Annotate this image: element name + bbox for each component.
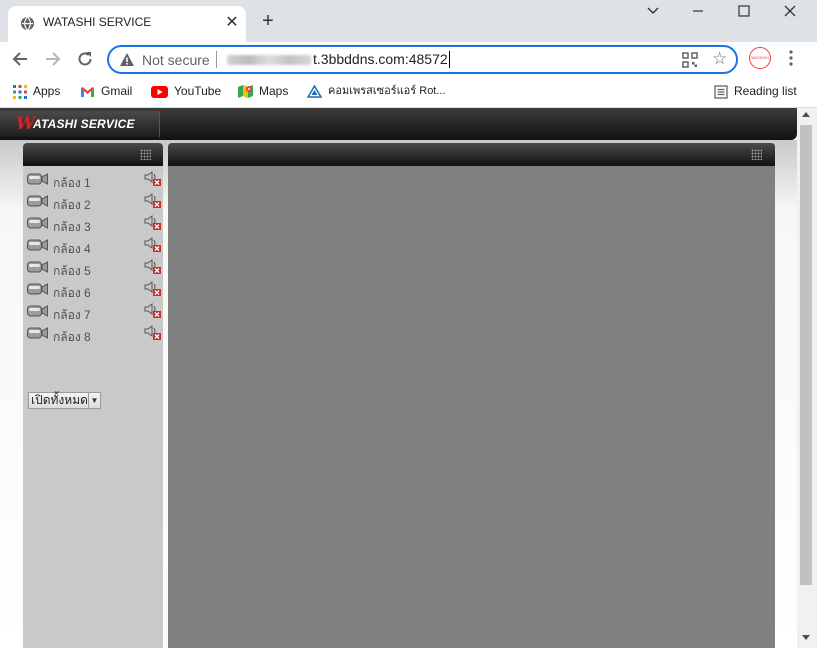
open-all-select[interactable]: เปิดทั้งหมด bbox=[28, 392, 91, 409]
video-view-header bbox=[168, 143, 775, 166]
video-view-panel bbox=[168, 143, 775, 648]
tab-close-icon[interactable]: ✕ bbox=[222, 12, 242, 32]
bookmark-youtube[interactable]: YouTube bbox=[151, 82, 221, 100]
camera-list-panel: กล้อง 1 กล้อง 2 กล้อง 3 กล้อง 4 กล้อง 5 bbox=[23, 143, 163, 648]
scroll-thumb[interactable] bbox=[800, 125, 812, 585]
text-caret bbox=[449, 51, 450, 68]
grip-icon[interactable] bbox=[751, 149, 762, 160]
vertical-scrollbar[interactable] bbox=[797, 108, 817, 648]
gmail-icon bbox=[81, 86, 94, 97]
speaker-muted-icon[interactable] bbox=[144, 281, 162, 297]
apps-grid-icon bbox=[13, 84, 27, 99]
maximize-icon[interactable] bbox=[729, 4, 759, 22]
bookmark-star-icon[interactable]: ☆ bbox=[712, 49, 727, 69]
bookmarks-bar: Apps Gmail YouTube Maps คอมเพรสเซอร์แอร์… bbox=[0, 76, 817, 108]
globe-icon bbox=[20, 16, 35, 31]
camera-item-8[interactable]: กล้อง 8 bbox=[23, 323, 163, 345]
bookmark-maps[interactable]: Maps bbox=[238, 82, 288, 100]
grip-icon[interactable] bbox=[140, 149, 151, 160]
bookmark-gmail[interactable]: Gmail bbox=[80, 82, 132, 100]
camera-icon bbox=[27, 239, 48, 251]
scroll-down-icon[interactable] bbox=[802, 635, 810, 640]
tab-title: WATASHI SERVICE bbox=[43, 15, 152, 29]
speaker-muted-icon[interactable] bbox=[144, 215, 162, 231]
forward-icon[interactable] bbox=[41, 47, 65, 71]
camera-item-3[interactable]: กล้อง 3 bbox=[23, 213, 163, 235]
reading-list-label: Reading list bbox=[734, 84, 797, 98]
camera-icon bbox=[27, 195, 48, 207]
not-secure-label[interactable]: Not secure bbox=[142, 52, 210, 68]
camera-item-5[interactable]: กล้อง 5 bbox=[23, 257, 163, 279]
minimize-icon[interactable] bbox=[683, 4, 713, 22]
blurred-host bbox=[227, 55, 311, 65]
camera-icon bbox=[27, 305, 48, 317]
app-logo: W ATASHI SERVICE bbox=[0, 111, 160, 137]
warning-icon[interactable] bbox=[119, 52, 135, 68]
maps-icon bbox=[238, 85, 253, 99]
youtube-icon bbox=[151, 85, 168, 98]
bookmark-label: Gmail bbox=[101, 84, 133, 98]
camera-item-7[interactable]: กล้อง 7 bbox=[23, 301, 163, 323]
speaker-muted-icon[interactable] bbox=[144, 171, 162, 187]
reload-icon[interactable] bbox=[73, 47, 97, 71]
browser-menu-icon[interactable] bbox=[785, 48, 797, 66]
camera-item-1[interactable]: กล้อง 1 bbox=[23, 169, 163, 191]
logo-text: ATASHI SERVICE bbox=[33, 117, 135, 131]
camera-icon bbox=[27, 327, 48, 339]
profile-avatar[interactable]: WATASHI bbox=[749, 47, 771, 69]
bookmark-label: คอมเพรสเซอร์แอร์ Rot... bbox=[328, 85, 446, 97]
browser-tab[interactable]: WATASHI SERVICE ✕ bbox=[8, 6, 246, 42]
triangle-icon bbox=[307, 84, 322, 98]
camera-label: กล้อง 8 bbox=[53, 330, 91, 344]
tab-search-icon[interactable] bbox=[638, 3, 668, 21]
back-icon[interactable] bbox=[8, 47, 32, 71]
camera-list-header bbox=[23, 143, 163, 166]
camera-item-2[interactable]: กล้อง 2 bbox=[23, 191, 163, 213]
window-close-icon[interactable] bbox=[775, 4, 805, 22]
new-tab-button[interactable]: + bbox=[258, 10, 278, 32]
bookmark-label: YouTube bbox=[174, 84, 222, 98]
bookmark-label: Apps bbox=[33, 84, 61, 98]
bookmark-compressor[interactable]: คอมเพรสเซอร์แอร์ Rot... bbox=[307, 82, 446, 100]
page-viewport: W ATASHI SERVICE กล้อง 1 กล้อง 2 กล้อง 3 bbox=[0, 108, 817, 648]
speaker-muted-icon[interactable] bbox=[144, 303, 162, 319]
app-header: W ATASHI SERVICE bbox=[0, 108, 797, 140]
speaker-muted-icon[interactable] bbox=[144, 259, 162, 275]
camera-icon bbox=[27, 283, 48, 295]
camera-icon bbox=[27, 261, 48, 273]
camera-list: กล้อง 1 กล้อง 2 กล้อง 3 กล้อง 4 กล้อง 5 bbox=[23, 169, 163, 345]
camera-item-6[interactable]: กล้อง 6 bbox=[23, 279, 163, 301]
url-text[interactable]: t.3bbddns.com:48572 bbox=[313, 51, 448, 67]
bookmark-apps[interactable]: Apps bbox=[13, 82, 60, 100]
qr-code-icon[interactable] bbox=[682, 52, 698, 68]
reading-list-button[interactable]: Reading list bbox=[714, 82, 797, 100]
scroll-up-icon[interactable] bbox=[802, 112, 810, 117]
address-bar[interactable]: Not secure t.3bbddns.com:48572 ☆ bbox=[107, 45, 738, 74]
speaker-muted-icon[interactable] bbox=[144, 237, 162, 253]
reading-list-icon bbox=[714, 85, 728, 99]
browser-toolbar: Not secure t.3bbddns.com:48572 ☆ WATASHI bbox=[0, 42, 817, 76]
camera-icon bbox=[27, 173, 48, 185]
camera-icon bbox=[27, 217, 48, 229]
bookmark-label: Maps bbox=[259, 84, 289, 98]
speaker-muted-icon[interactable] bbox=[144, 193, 162, 209]
divider bbox=[216, 51, 217, 68]
chevron-down-icon[interactable]: ▼ bbox=[88, 392, 101, 409]
camera-item-4[interactable]: กล้อง 4 bbox=[23, 235, 163, 257]
speaker-muted-icon[interactable] bbox=[144, 325, 162, 341]
tab-strip: WATASHI SERVICE ✕ + bbox=[0, 0, 817, 42]
